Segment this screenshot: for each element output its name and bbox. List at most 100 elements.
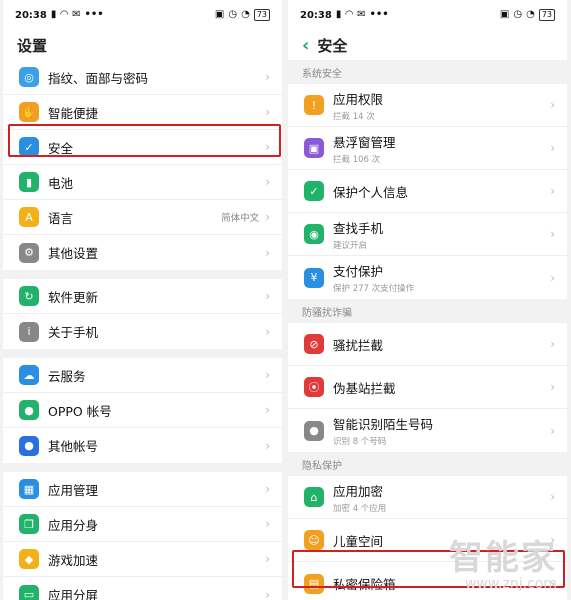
list-item[interactable]: ↻ 软件更新 › <box>3 279 282 314</box>
list-item[interactable]: ● 智能识别陌生号码 识别 8 个号码 › <box>288 409 567 452</box>
notification-icon: ••• <box>369 9 389 20</box>
list-item-label: OPPO 帐号 <box>48 403 112 419</box>
list-item-label: 查找手机 <box>333 220 384 236</box>
list-item[interactable]: ❐ 应用分身 › <box>3 507 282 542</box>
list-item[interactable]: ◆ 游戏加速 › <box>3 542 282 577</box>
watermark-url: www.znj.com <box>465 576 557 592</box>
back-arrow-icon[interactable]: ‹ <box>302 35 309 56</box>
list-item-text: OPPO 帐号 <box>48 401 265 420</box>
group-divider <box>3 349 282 358</box>
list-item[interactable]: ⚙ 其他设置 › <box>3 235 282 270</box>
group-divider <box>3 270 282 279</box>
list-item-value: 简体中文 <box>221 213 260 224</box>
alarm-icon: ◷ <box>228 9 238 20</box>
list-item-label: 其他帐号 <box>48 439 99 454</box>
list-item[interactable]: ⦿ 伪基站拦截 › <box>288 366 567 409</box>
section-title: 隐私保护 <box>288 452 567 476</box>
list-item-label: 悬浮窗管理 <box>333 134 396 150</box>
list-item[interactable]: ✓ 安全 › <box>3 130 282 165</box>
chevron-right-icon: › <box>550 380 555 394</box>
list-item[interactable]: ● OPPO 帐号 › <box>3 393 282 428</box>
list-item[interactable]: ☁ 云服务 › <box>3 358 282 393</box>
page-title: 安全 <box>317 36 348 55</box>
list-item[interactable]: ▣ 悬浮窗管理 拦截 106 次 › <box>288 127 567 170</box>
list-item-text: 智能便捷 <box>48 103 265 122</box>
list-item-label: 关于手机 <box>48 325 99 340</box>
chevron-right-icon: › <box>550 184 555 198</box>
battery-icon: 73 <box>253 9 270 21</box>
page-header: ‹ 安全 <box>288 30 567 60</box>
caller-id-icon: ● <box>304 420 324 441</box>
security-group: ! 应用权限 拦截 14 次 › ▣ 悬浮窗管理 拦截 106 次 › ✓ 保护个人信息 › ◉ 查找手… <box>288 84 567 299</box>
list-item-label: 应用分屏 <box>48 588 99 600</box>
list-item-label: 软件更新 <box>48 289 99 305</box>
message-icon: ✉ <box>357 9 366 20</box>
list-item[interactable]: ▮ 电池 › <box>3 165 282 200</box>
gear-icon: ⚙ <box>19 242 39 263</box>
chevron-right-icon: › <box>265 210 270 224</box>
message-icon: ✉ <box>72 9 81 20</box>
settings-group: ☁ 云服务 › ● OPPO 帐号 › ● 其他帐号 › <box>3 358 282 463</box>
list-item[interactable]: ▦ 应用管理 › <box>3 472 282 507</box>
list-item-text: 指纹、面部与密码 <box>48 68 265 87</box>
list-item[interactable]: A 语言 简体中文 › <box>3 200 282 235</box>
chevron-right-icon: › <box>550 490 555 504</box>
privacy-shield-icon: ✓ <box>304 181 324 201</box>
clone-icon: ❐ <box>19 514 39 534</box>
list-item-text: 云服务 <box>48 366 265 385</box>
settings-group: ↻ 软件更新 › i 关于手机 › <box>3 279 282 349</box>
chevron-right-icon: › <box>265 140 270 154</box>
list-item-label: 骚扰拦截 <box>333 337 384 353</box>
chevron-right-icon: › <box>265 517 270 531</box>
list-item-text: 支付保护 保护 277 次支付操作 <box>333 261 550 294</box>
list-item-subtitle: 识别 8 个号码 <box>333 437 387 447</box>
vibrate-icon: ▣ <box>214 9 225 20</box>
chevron-right-icon: › <box>550 98 555 112</box>
list-item[interactable]: ✓ 保护个人信息 › <box>288 170 567 213</box>
chevron-right-icon: › <box>265 105 270 119</box>
hand-icon: ✋ <box>19 102 39 122</box>
list-item[interactable]: ◎ 指纹、面部与密码 › <box>3 60 282 95</box>
list-item-text: 安全 <box>48 138 265 157</box>
security-list: 系统安全! 应用权限 拦截 14 次 › ▣ 悬浮窗管理 拦截 106 次 › ✓ 保护个人信息 ›… <box>288 60 567 600</box>
list-item[interactable]: i 关于手机 › <box>3 314 282 349</box>
list-item-text: 应用分身 <box>48 515 265 534</box>
list-item[interactable]: ◉ 查找手机 建议开启 › <box>288 213 567 256</box>
list-item-label: 应用分身 <box>48 517 99 533</box>
update-icon: ↻ <box>19 286 39 306</box>
security-group: ⊘ 骚扰拦截 › ⦿ 伪基站拦截 › ● 智能识别陌生号码 识别 8 个号码 › <box>288 323 567 452</box>
list-item[interactable]: ⊘ 骚扰拦截 › <box>288 323 567 366</box>
chevron-right-icon: › <box>265 324 270 339</box>
section-title: 系统安全 <box>288 60 567 84</box>
list-item-text: 智能识别陌生号码 识别 8 个号码 <box>333 414 550 447</box>
user-icon: ● <box>19 435 39 456</box>
settings-group: ◎ 指纹、面部与密码 › ✋ 智能便捷 › ✓ 安全 › ▮ 电池 › A 语言 简体中文 › ⚙ 其他设置 › <box>3 60 282 270</box>
list-item[interactable]: ! 应用权限 拦截 14 次 › <box>288 84 567 127</box>
list-item[interactable]: ¥ 支付保护 保护 277 次支付操作 › <box>288 256 567 299</box>
list-item-label: 伪基站拦截 <box>333 380 396 396</box>
list-item[interactable]: ✋ 智能便捷 › <box>3 95 282 130</box>
wifi-icon: ◠ <box>60 9 69 20</box>
page-title: 设置 <box>3 30 282 60</box>
list-item-label: 安全 <box>48 140 74 156</box>
list-item-label: 保护个人信息 <box>333 184 409 200</box>
split-screen-icon: ▭ <box>19 584 39 600</box>
cloud-icon: ☁ <box>19 365 39 385</box>
chevron-right-icon: › <box>550 227 555 241</box>
chevron-right-icon: › <box>265 289 270 303</box>
list-item-text: 电池 <box>48 173 265 192</box>
list-item-label: 应用权限 <box>333 91 384 107</box>
clock-icon: ◔ <box>241 9 250 20</box>
status-bar: 20:38 ▮ ◠ ✉ ••• ▣ ◷ ◔ 73 <box>288 0 567 30</box>
watermark: 智能家 www.znj.com <box>449 540 557 592</box>
list-item-text: 保护个人信息 <box>333 182 550 201</box>
clock-icon: ◔ <box>526 9 535 20</box>
list-item[interactable]: ● 其他帐号 › <box>3 428 282 463</box>
list-item[interactable]: ⌂ 应用加密 加密 4 个应用 › <box>288 476 567 519</box>
status-time: 20:38 <box>15 9 47 21</box>
list-item[interactable]: ▭ 应用分屏 › <box>3 577 282 600</box>
safe-box-icon: ▤ <box>304 573 324 594</box>
list-item-label: 语言 <box>48 210 74 226</box>
permission-icon: ! <box>304 95 324 115</box>
notification-icon: ••• <box>84 9 104 20</box>
